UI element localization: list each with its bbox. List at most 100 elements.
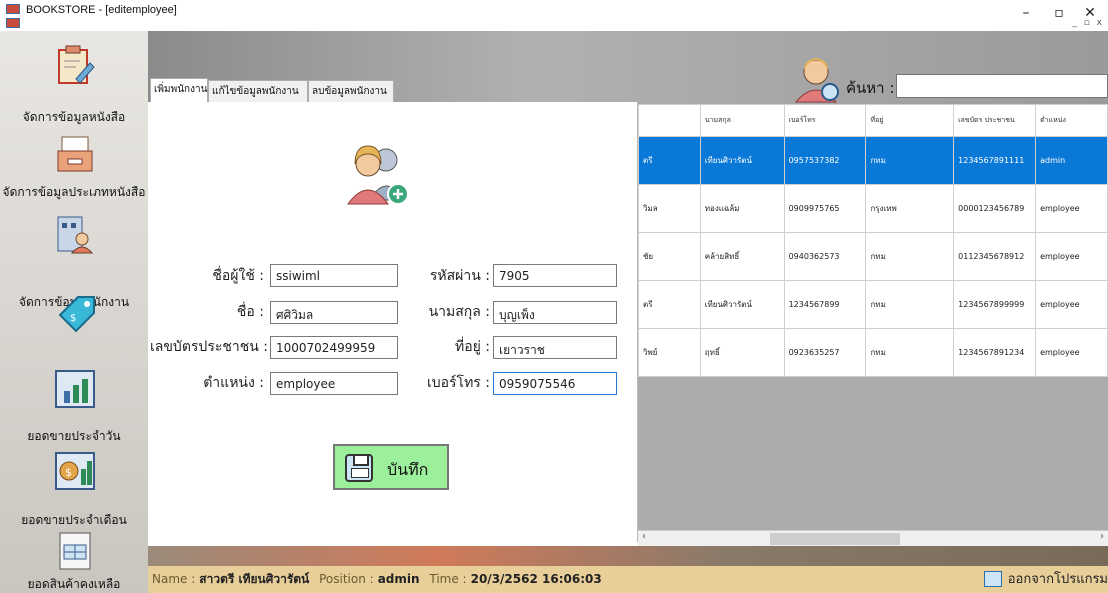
column-header[interactable]: ตำแหน่ง — [1035, 104, 1108, 137]
search-user-icon — [794, 58, 839, 103]
table-cell[interactable]: ฤทธิ์ — [699, 328, 785, 377]
table-cell[interactable]: 1234567891234 — [953, 328, 1037, 377]
sidebar-item-employees[interactable]: จัดการข้อมูลพนักงาน — [0, 211, 148, 309]
sidebar-item-books[interactable]: จัดการข้อมูลหนังสือ — [0, 45, 148, 125]
lastname-field[interactable]: บุญเพ็ง — [493, 301, 617, 324]
lastname-label: นามสกุล : — [428, 304, 490, 320]
idcard-label: เลขบัตรประชาชน : — [150, 339, 268, 355]
password-field[interactable]: 7905 — [493, 264, 617, 287]
table-cell[interactable]: 0940362573 — [783, 232, 867, 281]
idcard-field[interactable]: 1000702499959 — [270, 336, 398, 359]
scroll-left-icon[interactable]: ‹ — [642, 531, 646, 542]
table-cell[interactable]: admin — [1035, 136, 1108, 185]
footer-banner — [148, 546, 1108, 566]
position-field[interactable]: employee — [270, 372, 398, 395]
table-cell[interactable]: ตรี — [638, 136, 701, 185]
horizontal-scrollbar[interactable]: ‹ › — [638, 530, 1108, 546]
table-cell[interactable]: กรุงเทพ — [865, 184, 955, 233]
mdi-child-icon[interactable] — [6, 18, 20, 28]
svg-text:$: $ — [70, 313, 76, 324]
table-cell[interactable]: กทม — [865, 136, 955, 185]
column-header[interactable]: นามสกุล — [699, 104, 785, 137]
password-label: รหัสผ่าน : — [429, 268, 490, 284]
table-cell[interactable]: 0957537382 — [783, 136, 867, 185]
column-header[interactable] — [638, 104, 701, 137]
table-cell[interactable]: 1234567899999 — [953, 280, 1037, 329]
table-row[interactable]: ตรี เทียนศิวารัตน์ 1234567899 กทม 123456… — [638, 280, 1108, 329]
phone-field[interactable]: 0959075546 — [493, 372, 617, 395]
table-cell[interactable]: 0112345678912 — [953, 232, 1037, 281]
app-icon — [6, 4, 20, 14]
sidebar-item-label: ยอดขายประจำเดือน — [21, 513, 127, 527]
price-tag-icon: $ — [58, 296, 95, 333]
add-user-icon — [347, 145, 409, 205]
table-cell[interactable]: วิพย์ — [638, 328, 701, 377]
table-cell[interactable]: employee — [1035, 280, 1108, 329]
table-cell[interactable]: 0000123456789 — [953, 184, 1037, 233]
bar-chart-icon — [55, 370, 95, 408]
file-tray-icon — [57, 136, 93, 172]
sidebar-item-inventory[interactable]: ยอดสินค้าคงเหลือ — [0, 531, 148, 593]
tab-delete-employee[interactable]: ลบข้อมูลพนักงาน — [308, 80, 394, 102]
table-cell[interactable]: คล้ายสิทธิ์ — [699, 232, 785, 281]
column-header[interactable]: เบอร์โทร — [783, 104, 867, 137]
status-time-key: Time : — [429, 572, 467, 586]
sidebar-item-label: จัดการข้อมูลประเภทหนังสือ — [2, 185, 146, 199]
exit-button[interactable]: ออกจากโปรแกรม — [983, 566, 1108, 593]
maximize-button[interactable]: ▫ — [1043, 2, 1075, 24]
minimize-button[interactable]: – — [1010, 2, 1042, 24]
table-cell[interactable]: employee — [1035, 184, 1108, 233]
table-cell[interactable]: วิมล — [638, 184, 701, 233]
sidebar-item-book-types[interactable]: จัดการข้อมูลประเภทหนังสือ — [0, 125, 148, 205]
save-button[interactable]: บันทึก — [333, 444, 449, 490]
sidebar-item-label: ยอดสินค้าคงเหลือ — [27, 577, 121, 591]
tab-edit-employee[interactable]: แก้ไขข้อมูลพนักงาน — [208, 80, 308, 102]
status-name-value: สาวตรี เทียนศิวารัตน์ — [199, 572, 310, 586]
sidebar-item-sell[interactable]: $ ขาย — [0, 293, 148, 391]
table-header-row: นามสกุล เบอร์โทร ที่อยู่ เลขบัตร ประชาชน… — [638, 104, 1108, 137]
table-cell[interactable]: employee — [1035, 328, 1108, 377]
table-row[interactable]: วิพย์ ฤทธิ์ 0923635257 กทม 1234567891234… — [638, 328, 1108, 377]
employee-grid[interactable]: นามสกุล เบอร์โทร ที่อยู่ เลขบัตร ประชาชน… — [638, 104, 1108, 544]
mdi-controls[interactable]: _ ▫ x — [1072, 18, 1104, 28]
table-cell[interactable]: 0909975765 — [783, 184, 867, 233]
table-cell[interactable]: 0923635257 — [783, 328, 867, 377]
scroll-right-icon[interactable]: › — [1100, 531, 1104, 542]
exit-icon — [983, 571, 1002, 587]
table-cell[interactable]: 1234567899 — [783, 280, 867, 329]
username-field[interactable]: ssiwiml — [270, 264, 398, 287]
table-cell[interactable]: 1234567891111 — [953, 136, 1037, 185]
tab-add-employee[interactable]: เพิ่มพนักงาน — [150, 78, 208, 102]
status-position-key: Position : — [319, 572, 374, 586]
table-row[interactable]: ชัย คล้ายสิทธิ์ 0940362573 กทม 011234567… — [638, 232, 1108, 281]
search-input[interactable] — [896, 74, 1108, 98]
scrollbar-thumb[interactable] — [770, 533, 900, 545]
save-button-label: บันทึก — [387, 460, 429, 479]
table-cell[interactable]: กทม — [865, 328, 955, 377]
table-cell[interactable]: กทม — [865, 232, 955, 281]
table-row[interactable]: วิมล ทองแฉล้ม 0909975765 กรุงเทพ 0000123… — [638, 184, 1108, 233]
clipboard-edit-icon — [58, 45, 95, 84]
table-cell[interactable]: ตรี — [638, 280, 701, 329]
column-header[interactable]: เลขบัตร ประชาชน — [953, 104, 1037, 137]
column-header[interactable]: ที่อยู่ — [865, 104, 955, 137]
sidebar: จัดการข้อมูลหนังสือ จัดการข้อมูลประเภทหน… — [0, 31, 148, 593]
position-label: ตำแหน่ง : — [203, 375, 264, 391]
table-cell[interactable]: เทียนศิวารัตน์ — [699, 280, 785, 329]
table-cell[interactable]: เทียนศิวารัตน์ — [699, 136, 785, 185]
address-field[interactable]: เยาวราช — [493, 336, 617, 359]
firstname-field[interactable]: ศศิวิมล — [270, 301, 398, 324]
employee-building-icon — [57, 216, 94, 254]
table-cell[interactable]: ทองแฉล้ม — [699, 184, 785, 233]
sidebar-item-monthly-sales[interactable]: $ ยอดขายประจำเดือน — [0, 449, 148, 529]
title-bar: BOOKSTORE - [editemployee] – ▫ ✕ _ ▫ x — [0, 0, 1108, 30]
table-cell[interactable]: ชัย — [638, 232, 701, 281]
phone-label: เบอร์โทร : — [426, 375, 490, 391]
employee-table: นามสกุล เบอร์โทร ที่อยู่ เลขบัตร ประชาชน… — [638, 104, 1108, 377]
table-cell[interactable]: employee — [1035, 232, 1108, 281]
money-chart-icon: $ — [55, 452, 95, 490]
table-row[interactable]: ตรี เทียนศิวารัตน์ 0957537382 กทม 123456… — [638, 136, 1108, 185]
inventory-sheet-icon — [59, 532, 91, 570]
table-cell[interactable]: กทม — [865, 280, 955, 329]
sidebar-item-daily-sales[interactable]: ยอดขายประจำวัน — [0, 367, 148, 447]
